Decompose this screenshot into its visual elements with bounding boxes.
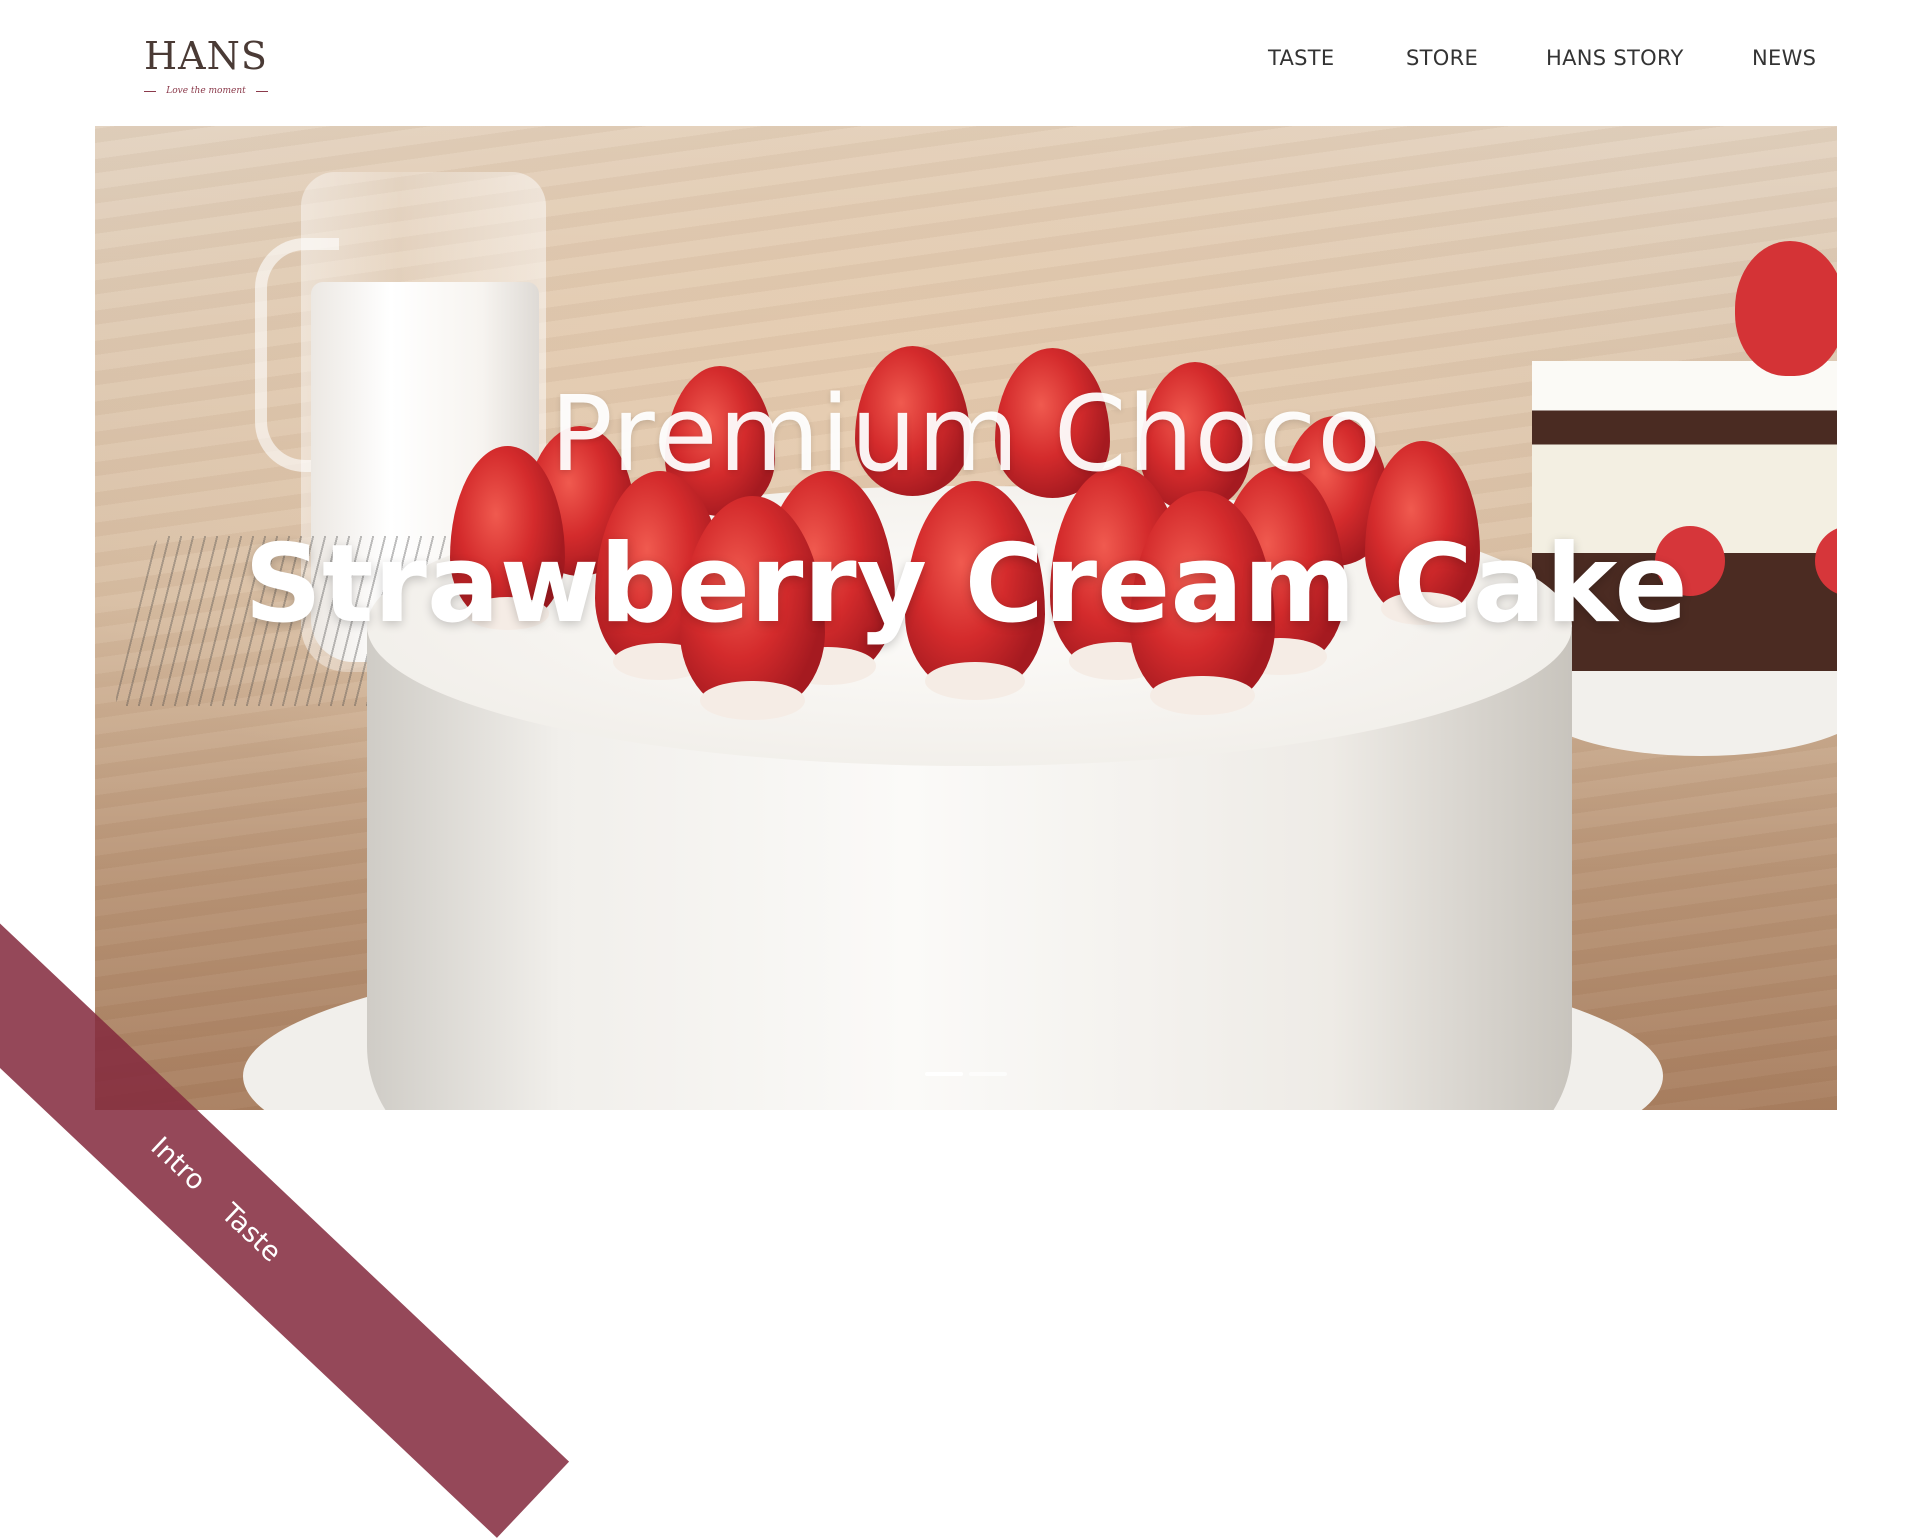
tagline-rule-right (256, 91, 268, 92)
hero-slider[interactable]: Premium Choco Strawberry Cream Cake (95, 126, 1837, 1110)
slide-indicator-2[interactable] (969, 1072, 1007, 1076)
hero-title-line-2: Strawberry Cream Cake (244, 522, 1688, 647)
nav-taste[interactable]: TASTE (1268, 46, 1335, 70)
hero-title-line-1: Premium Choco (550, 373, 1382, 495)
tagline-rule-left (144, 91, 156, 92)
slice-top-strawberry (1735, 241, 1837, 376)
nav-store[interactable]: STORE (1406, 46, 1478, 70)
tagline-text: Love the moment (166, 86, 246, 96)
site-header: HANS Love the moment TASTE STORE HANS ST… (0, 0, 1920, 126)
nav-news[interactable]: NEWS (1752, 46, 1816, 70)
slider-pagination (925, 1072, 1009, 1076)
side-menu-intro[interactable]: Intro (119, 1104, 237, 1223)
slide-indicator-1-active[interactable] (925, 1072, 963, 1076)
logo-tagline: Love the moment (144, 84, 268, 98)
nav-hans-story[interactable]: HANS STORY (1546, 46, 1684, 70)
side-menu-taste[interactable]: Taste (190, 1171, 313, 1295)
logo-wordmark: HANS (144, 34, 268, 78)
hans-logo[interactable]: HANS Love the moment (144, 36, 268, 98)
